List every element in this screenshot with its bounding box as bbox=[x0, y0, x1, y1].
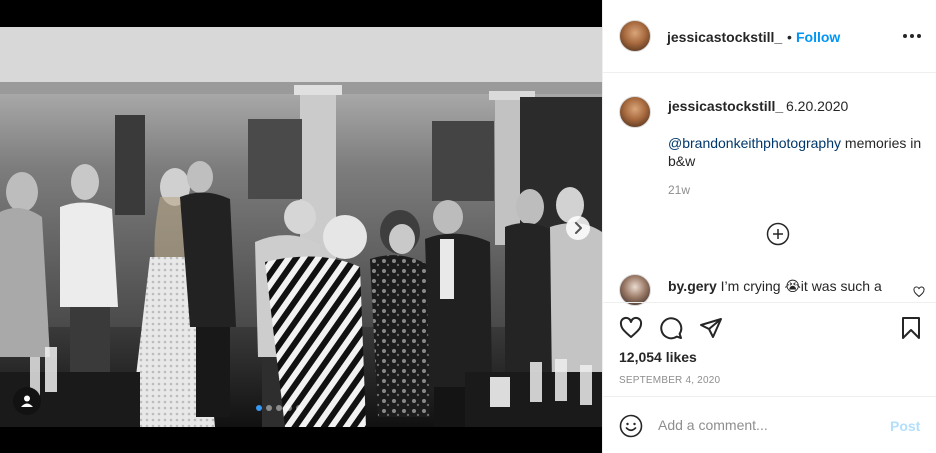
caption-timestamp[interactable]: 21w bbox=[668, 183, 690, 197]
caption-date-text: 6.20.2020 bbox=[786, 98, 849, 114]
more-dot-icon bbox=[910, 34, 914, 38]
more-dot-icon bbox=[917, 34, 921, 38]
comment-bubble-icon[interactable] bbox=[659, 316, 683, 340]
separator-dot: • bbox=[787, 29, 792, 45]
post-side-panel: jessicastockstill_ • Follow jessicastock… bbox=[602, 0, 936, 453]
carousel-dot bbox=[286, 405, 292, 411]
carousel-indicator bbox=[256, 405, 302, 411]
emoji-smiley-icon[interactable] bbox=[619, 414, 643, 438]
caption-avatar[interactable] bbox=[619, 96, 651, 128]
next-slide-button[interactable] bbox=[566, 216, 590, 240]
caption-body: @brandonkeithphotography memories in b&w bbox=[668, 134, 923, 170]
post-media bbox=[0, 0, 602, 453]
comment-like-heart-icon[interactable] bbox=[913, 286, 925, 298]
post-actions: 12,054 likes SEPTEMBER 4, 2020 bbox=[603, 302, 936, 394]
load-more-comments-button[interactable] bbox=[766, 222, 790, 246]
carousel-dot bbox=[296, 405, 302, 411]
post-comment-button[interactable]: Post bbox=[890, 418, 920, 434]
add-comment-input[interactable] bbox=[658, 417, 878, 433]
comment-body: by.gery I’m crying 😭it was such a bbox=[668, 278, 898, 295]
share-paper-plane-icon[interactable] bbox=[699, 316, 723, 340]
author-username[interactable]: jessicastockstill_ bbox=[667, 29, 782, 45]
like-heart-icon[interactable] bbox=[619, 316, 643, 340]
chevron-right-icon bbox=[575, 222, 582, 234]
carousel-dot bbox=[276, 405, 282, 411]
post-header: jessicastockstill_ • Follow bbox=[603, 0, 936, 73]
save-bookmark-icon[interactable] bbox=[899, 316, 923, 340]
carousel-dot bbox=[266, 405, 272, 411]
more-dot-icon bbox=[903, 34, 907, 38]
likes-count[interactable]: 12,054 likes bbox=[619, 349, 697, 365]
caption-mention-link[interactable]: @brandonkeithphotography bbox=[668, 135, 841, 151]
plus-circle-icon bbox=[766, 222, 790, 246]
caption-username[interactable]: jessicastockstill_ bbox=[668, 98, 783, 114]
more-options-button[interactable] bbox=[903, 26, 921, 46]
dance-floor-photo bbox=[0, 27, 602, 427]
user-tag-icon bbox=[21, 395, 33, 407]
commenter-username[interactable]: by.gery bbox=[668, 278, 717, 294]
follow-button[interactable]: Follow bbox=[796, 29, 840, 45]
post-date[interactable]: SEPTEMBER 4, 2020 bbox=[619, 375, 720, 386]
carousel-dot-active bbox=[256, 405, 262, 411]
author-avatar[interactable] bbox=[619, 20, 651, 52]
comment-text: I’m crying 😭it was such a bbox=[716, 278, 882, 294]
add-comment-bar: Post bbox=[603, 396, 936, 453]
post-photo[interactable] bbox=[0, 27, 602, 427]
user-tag-button[interactable] bbox=[13, 387, 41, 415]
